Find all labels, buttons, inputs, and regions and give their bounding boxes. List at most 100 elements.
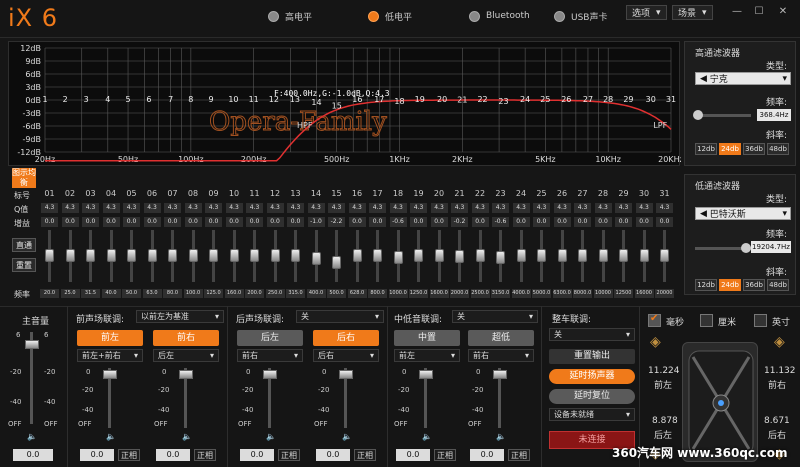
- rear-right-value[interactable]: 0.0: [316, 449, 350, 461]
- band-gain[interactable]: 0.0: [471, 217, 489, 227]
- speaker-icon[interactable]: 🔈: [182, 432, 192, 441]
- hp-slope-36[interactable]: 36db: [743, 143, 765, 155]
- band-q[interactable]: 4.3: [553, 203, 571, 213]
- band-gain[interactable]: -0.6: [492, 217, 509, 227]
- hp-freq-slider[interactable]: [693, 110, 751, 120]
- band-frequency[interactable]: 5000.0: [532, 289, 551, 298]
- car-link-dropdown[interactable]: 关 ▾: [549, 328, 635, 341]
- center-button[interactable]: 中置: [394, 330, 460, 346]
- band-frequency[interactable]: 800.0: [368, 289, 387, 298]
- mode-usb[interactable]: USB声卡: [554, 9, 607, 23]
- front-right-source[interactable]: 后左 ▾: [153, 349, 219, 362]
- slider-knob[interactable]: [263, 370, 277, 379]
- delay-reset-button[interactable]: 延时复位: [549, 389, 635, 404]
- band-gain[interactable]: -0.2: [451, 217, 468, 227]
- band-gain[interactable]: 0.0: [594, 217, 612, 227]
- rear-right-phase[interactable]: 正相: [354, 449, 376, 461]
- eq-graph[interactable]: 12dB 9dB 6dB 3dB 0dB -3dB -6dB -9dB -12dB 20Hz 50H…: [8, 41, 681, 166]
- rear-right-source[interactable]: 后右 ▾: [313, 349, 379, 362]
- graphic-eq-button[interactable]: 图示均衡: [12, 168, 36, 188]
- slider-knob[interactable]: [127, 249, 136, 262]
- slider-knob[interactable]: [373, 249, 382, 262]
- band-q[interactable]: 4.3: [471, 203, 489, 213]
- reset-button[interactable]: 重置: [12, 258, 36, 272]
- close-icon[interactable]: ✕: [774, 5, 792, 20]
- speaker-icon[interactable]: 🔈: [266, 432, 276, 441]
- band-gain[interactable]: 0.0: [82, 217, 99, 227]
- band-frequency[interactable]: 2000.0: [450, 289, 469, 298]
- band-q[interactable]: 4.3: [102, 203, 120, 213]
- band-gain[interactable]: 0.0: [635, 217, 653, 227]
- slider-knob[interactable]: [332, 255, 341, 269]
- hp-slope-24[interactable]: 24db: [719, 143, 741, 155]
- subwoofer-button[interactable]: 超低: [468, 330, 534, 346]
- reset-output-button[interactable]: 重置输出: [549, 349, 635, 364]
- slider-knob[interactable]: [434, 249, 444, 262]
- band-frequency[interactable]: 315.0: [286, 289, 305, 298]
- delay-speaker-button[interactable]: 延时扬声器: [549, 369, 635, 384]
- mode-low-level[interactable]: 低电平: [368, 9, 412, 23]
- band-gain[interactable]: 0.0: [61, 217, 79, 227]
- front-left-phase[interactable]: 正相: [118, 449, 140, 461]
- slider-knob[interactable]: [493, 370, 507, 379]
- band-q[interactable]: 4.3: [164, 203, 181, 213]
- band-frequency[interactable]: 160.0: [224, 289, 244, 298]
- band-q[interactable]: 4.3: [635, 203, 653, 213]
- center-value[interactable]: 0.0: [396, 449, 430, 461]
- speaker-fl-icon[interactable]: ◈: [650, 334, 661, 350]
- lp-slope-36[interactable]: 36db: [743, 279, 765, 291]
- band-gain[interactable]: 0.0: [615, 217, 632, 227]
- slider-knob[interactable]: [660, 249, 669, 262]
- lp-freq-value[interactable]: 19204.7Hz: [751, 241, 791, 253]
- band-q[interactable]: 4.3: [492, 203, 509, 213]
- band-q[interactable]: 4.3: [266, 203, 284, 213]
- lp-slope-48[interactable]: 48db: [767, 279, 789, 291]
- center-source[interactable]: 前左 ▾: [394, 349, 460, 362]
- band-frequency[interactable]: 31.5: [81, 289, 100, 298]
- band-gain[interactable]: 0.0: [533, 217, 550, 227]
- band-gain[interactable]: 0.0: [410, 217, 427, 227]
- band-frequency[interactable]: 250.0: [265, 289, 285, 298]
- band-q[interactable]: 4.3: [615, 203, 632, 213]
- mode-bluetooth[interactable]: Bluetooth: [469, 9, 530, 23]
- slider-knob[interactable]: [352, 249, 362, 262]
- front-right-button[interactable]: 前右: [153, 330, 219, 346]
- slider-knob[interactable]: [639, 249, 649, 262]
- band-frequency[interactable]: 400.0: [306, 289, 326, 298]
- slider-knob[interactable]: [147, 249, 157, 262]
- slider-knob[interactable]: [106, 249, 116, 262]
- lp-slope-12[interactable]: 12db: [695, 279, 717, 291]
- band-q[interactable]: 4.3: [328, 203, 345, 213]
- slider-knob[interactable]: [598, 249, 608, 262]
- band-gain[interactable]: 0.0: [348, 217, 366, 227]
- band-gain[interactable]: 0.0: [266, 217, 284, 227]
- hp-type-select[interactable]: ◀ 宁克 ▾: [695, 72, 791, 85]
- hp-freq-value[interactable]: 368.4Hz: [757, 109, 791, 121]
- band-frequency[interactable]: 1250.0: [409, 289, 428, 298]
- direct-button[interactable]: 直通: [12, 238, 36, 252]
- band-q[interactable]: 4.3: [410, 203, 427, 213]
- band-frequency[interactable]: 200.0: [245, 289, 264, 298]
- rear-link-dropdown[interactable]: 关 ▾: [296, 310, 384, 323]
- band-q[interactable]: 4.3: [184, 203, 202, 213]
- slider-knob[interactable]: [168, 249, 177, 262]
- hp-slope-12[interactable]: 12db: [695, 143, 717, 155]
- band-gain[interactable]: 0.0: [553, 217, 571, 227]
- band-frequency[interactable]: 628.0: [347, 289, 367, 298]
- slider-knob[interactable]: [209, 249, 218, 262]
- speaker-icon[interactable]: 🔈: [496, 432, 506, 441]
- rear-left-button[interactable]: 后左: [237, 330, 303, 346]
- slider-knob[interactable]: [270, 249, 280, 262]
- band-frequency[interactable]: 2500.0: [470, 289, 490, 298]
- band-q[interactable]: 4.3: [246, 203, 263, 213]
- band-q[interactable]: 4.3: [287, 203, 304, 213]
- speaker-icon[interactable]: 🔈: [106, 432, 116, 441]
- slider-knob[interactable]: [291, 249, 300, 262]
- band-q[interactable]: 4.3: [656, 203, 673, 213]
- center-phase[interactable]: 正相: [434, 449, 456, 461]
- front-link-dropdown[interactable]: 以前左为基准 ▾: [136, 310, 224, 323]
- chevron-left-icon[interactable]: ◀: [700, 209, 707, 219]
- slider-knob[interactable]: [557, 249, 567, 262]
- rear-right-button[interactable]: 后右: [313, 330, 379, 346]
- band-frequency[interactable]: 125.0: [204, 289, 223, 298]
